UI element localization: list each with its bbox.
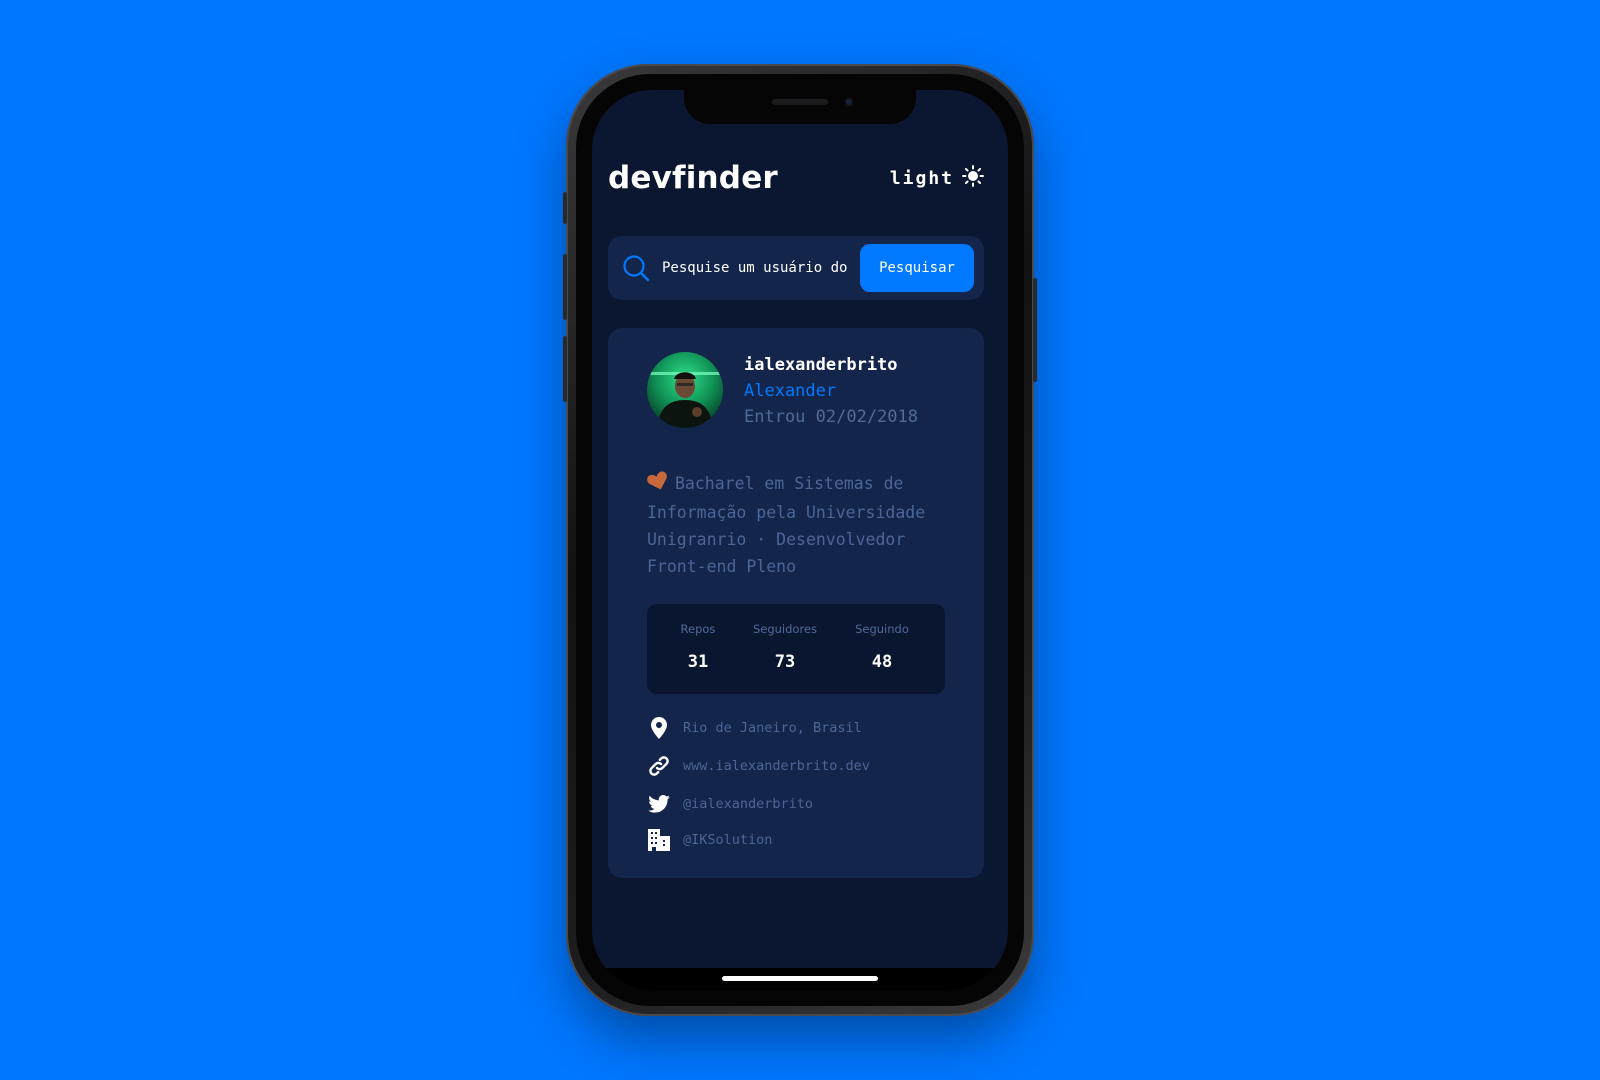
stat-followers-label: Seguidores [752, 622, 818, 636]
stat-following-value: 48 [871, 652, 893, 672]
stat-following-label: Seguindo [855, 622, 909, 636]
user-info: ialexanderbrito Alexander Entrou 02/02/2… [744, 352, 918, 430]
user-bio: Bacharel em Sistemas de Informação pela … [647, 470, 957, 580]
stats-panel: Repos 31 Seguidores 73 Seguindo 48 [647, 604, 945, 694]
profile-card: ialexanderbrito Alexander Entrou 02/02/2… [608, 328, 984, 878]
stat-repos-value: 31 [687, 652, 709, 672]
twitter-handle[interactable]: @ialexanderbrito [683, 796, 813, 812]
heart-icon [647, 471, 669, 499]
sun-icon [962, 165, 984, 191]
link-icon [647, 754, 671, 778]
home-indicator[interactable] [722, 976, 878, 981]
location-text: Rio de Janeiro, Brasil [683, 720, 862, 736]
blog-link[interactable]: www.ialexanderbrito.dev [683, 758, 870, 774]
front-camera [844, 97, 854, 107]
phone-frame: devfinder light Pesquise um usuário do G… [563, 64, 1037, 1016]
app-header: devfinder light [608, 160, 984, 196]
bio-text: Bacharel em Sistemas de Informação pela … [647, 474, 926, 576]
theme-toggle[interactable]: light [890, 165, 984, 191]
app-logo: devfinder [608, 160, 778, 196]
twitter-row[interactable]: @ialexanderbrito [647, 792, 813, 816]
notch [684, 90, 916, 124]
speaker-grille [772, 99, 828, 105]
stat-followers: Seguidores 73 [740, 622, 830, 672]
search-input[interactable] [660, 259, 856, 277]
stat-repos-label: Repos [680, 622, 716, 636]
join-date: Entrou 02/02/2018 [744, 407, 918, 427]
search-icon [622, 254, 650, 282]
stage: devfinder light Pesquise um usuário do G… [0, 0, 1600, 1080]
volume-up-button [563, 254, 567, 320]
avatar[interactable] [647, 352, 723, 428]
company-row: @IKSolution [647, 828, 772, 852]
theme-toggle-label: light [889, 167, 954, 189]
company-text: @IKSolution [683, 832, 773, 848]
building-icon [647, 828, 671, 852]
volume-down-button [563, 336, 567, 402]
power-button [1033, 278, 1037, 382]
location-row: Rio de Janeiro, Brasil [647, 716, 862, 740]
stat-followers-value: 73 [774, 652, 796, 672]
user-login: ialexanderbrito [744, 355, 898, 375]
search-button[interactable]: Pesquisar [860, 244, 974, 292]
phone-screen: devfinder light Pesquise um usuário do G… [592, 90, 1008, 990]
user-display-name[interactable]: Alexander [744, 378, 918, 404]
search-bar: Pesquisar [608, 236, 984, 300]
mute-switch [563, 192, 567, 224]
blog-row[interactable]: www.ialexanderbrito.dev [647, 754, 870, 778]
stat-following: Seguindo 48 [837, 622, 927, 672]
stat-repos: Repos 31 [653, 622, 743, 672]
twitter-icon [647, 792, 671, 816]
location-pin-icon [647, 716, 671, 740]
